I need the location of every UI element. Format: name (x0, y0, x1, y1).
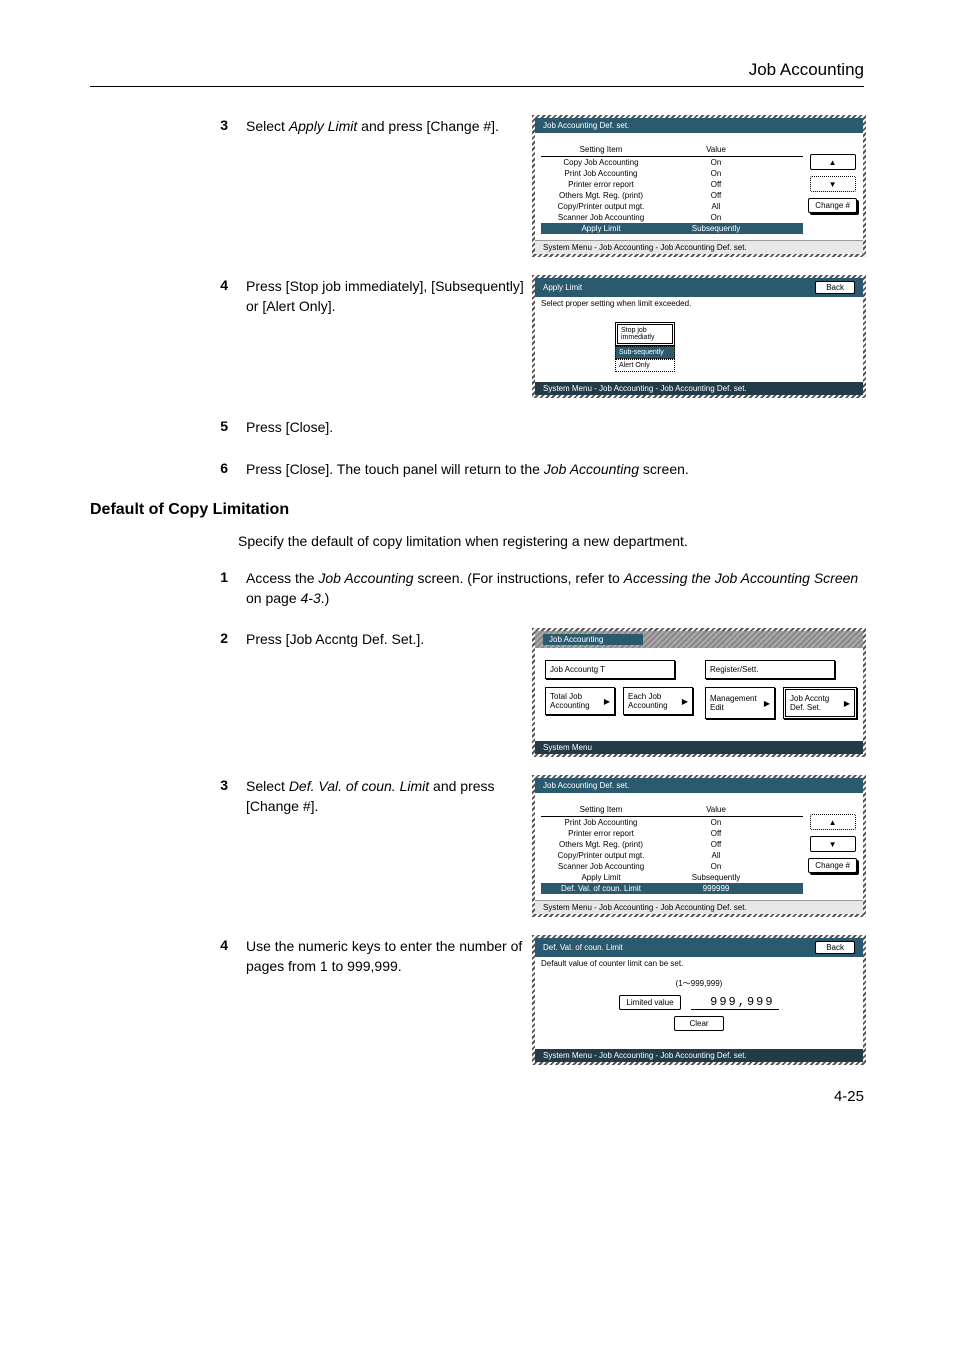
setting-item: Copy/Printer output mgt. (541, 202, 661, 211)
setting-item-selected[interactable]: Def. Val. of coun. Limit (541, 884, 661, 893)
header-rule (90, 86, 864, 87)
scroll-up-icon[interactable]: ▲ (810, 154, 856, 170)
step-number: 1 (90, 569, 238, 585)
step-number: 5 (90, 418, 238, 434)
limited-value-label: Limited value (619, 995, 680, 1010)
section-heading: Default of Copy Limitation (90, 501, 864, 519)
card-management-edit[interactable]: Management Edit▶ (705, 687, 775, 719)
status-bar: System Menu - Job Accounting - Job Accou… (535, 900, 863, 914)
card-job-accntg-def-set[interactable]: Job Accntg Def. Set.▶ (783, 687, 857, 719)
step-number: 4 (90, 937, 238, 953)
page-number: 4-25 (834, 1088, 864, 1105)
card-job-accountg-t[interactable]: Job Accountg T (545, 660, 675, 679)
panel-subtitle: Select proper setting when limit exceede… (535, 297, 863, 308)
panel-title: Def. Val. of coun. Limit (543, 943, 623, 952)
setting-item: Others Mgt. Reg. (print) (541, 840, 661, 849)
scroll-up-icon[interactable]: ▲ (810, 814, 856, 830)
setting-item: Others Mgt. Reg. (print) (541, 191, 661, 200)
setting-item: Print Job Accounting (541, 818, 661, 827)
option-alert-only[interactable]: Alert Only (615, 359, 675, 372)
col-header: Value (661, 145, 771, 154)
panel-job-acct-def-set-2: Job Accounting Def. set. Setting Item Va… (534, 777, 864, 915)
option-stop-job[interactable]: Stop job immediatly (615, 322, 675, 346)
step-number: 3 (90, 117, 238, 133)
option-subsequently[interactable]: Sub-sequently (615, 346, 675, 359)
step-number: 6 (90, 460, 238, 476)
change-button[interactable]: Change # (808, 858, 857, 873)
step-text: Press [Close]. The touch panel will retu… (246, 460, 864, 480)
scroll-down-icon[interactable]: ▼ (810, 836, 856, 852)
chevron-right-icon: ▶ (682, 697, 688, 706)
setting-item: Copy/Printer output mgt. (541, 851, 661, 860)
setting-item-selected[interactable]: Apply Limit (541, 224, 661, 233)
step-text: Select Def. Val. of coun. Limit and pres… (246, 777, 526, 816)
step-text: Press [Close]. (246, 418, 864, 438)
setting-item: Printer error report (541, 829, 661, 838)
col-header: Setting Item (541, 145, 661, 154)
panel-title: Apply Limit (543, 283, 582, 292)
panel-job-accounting-menu: Job Accounting Job Accountg T Total Job … (534, 630, 864, 755)
step-number: 4 (90, 277, 238, 293)
status-bar: System Menu - Job Accounting - Job Accou… (535, 1049, 863, 1062)
range-label: (1～999,999) (676, 978, 723, 989)
setting-item: Copy Job Accounting (541, 158, 661, 167)
step-number: 3 (90, 777, 238, 793)
panel-subtitle: Default value of counter limit can be se… (535, 957, 863, 968)
col-header: Value (661, 805, 771, 814)
panel-title: Job Accounting Def. set. (543, 121, 629, 130)
panel-job-acct-def-set-1: Job Accounting Def. set. Setting Item Va… (534, 117, 864, 255)
step-text: Use the numeric keys to enter the number… (246, 937, 526, 976)
step-text: Select Apply Limit and press [Change #]. (246, 117, 526, 137)
card-register-sett[interactable]: Register/Sett. (705, 660, 835, 679)
panel-title: Job Accounting Def. set. (543, 781, 629, 790)
status-bar: System Menu - Job Accounting - Job Accou… (535, 382, 863, 395)
card-total-job-accounting[interactable]: Total Job Accounting▶ (545, 687, 615, 715)
setting-item: Apply Limit (541, 873, 661, 882)
panel-def-val-coun-limit: Def. Val. of coun. Limit Back Default va… (534, 937, 864, 1063)
col-header: Setting Item (541, 805, 661, 814)
step-text: Access the Job Accounting screen. (For i… (246, 569, 864, 608)
status-bar: System Menu (535, 741, 863, 754)
back-button[interactable]: Back (815, 941, 855, 954)
section-intro: Specify the default of copy limitation w… (238, 533, 864, 549)
setting-item: Scanner Job Accounting (541, 213, 661, 222)
scroll-down-icon[interactable]: ▼ (810, 176, 856, 192)
clear-button[interactable]: Clear (674, 1016, 724, 1031)
chevron-right-icon: ▶ (764, 699, 770, 708)
setting-item: Scanner Job Accounting (541, 862, 661, 871)
change-button[interactable]: Change # (808, 198, 857, 213)
step-text: Press [Job Accntg Def. Set.]. (246, 630, 526, 650)
limit-value-field[interactable]: 999,999 (691, 995, 779, 1010)
card-each-job-accounting[interactable]: Each Job Accounting▶ (623, 687, 693, 715)
chevron-right-icon: ▶ (604, 697, 610, 706)
panel-apply-limit: Apply Limit Back Select proper setting w… (534, 277, 864, 396)
status-bar: System Menu - Job Accounting - Job Accou… (535, 240, 863, 254)
chevron-right-icon: ▶ (844, 699, 850, 708)
back-button[interactable]: Back (815, 281, 855, 294)
setting-item: Printer error report (541, 180, 661, 189)
page-header: Job Accounting (90, 60, 864, 80)
step-text: Press [Stop job immediately], [Subsequen… (246, 277, 526, 316)
step-number: 2 (90, 630, 238, 646)
panel-title: Job Accounting (543, 634, 643, 645)
setting-item: Print Job Accounting (541, 169, 661, 178)
